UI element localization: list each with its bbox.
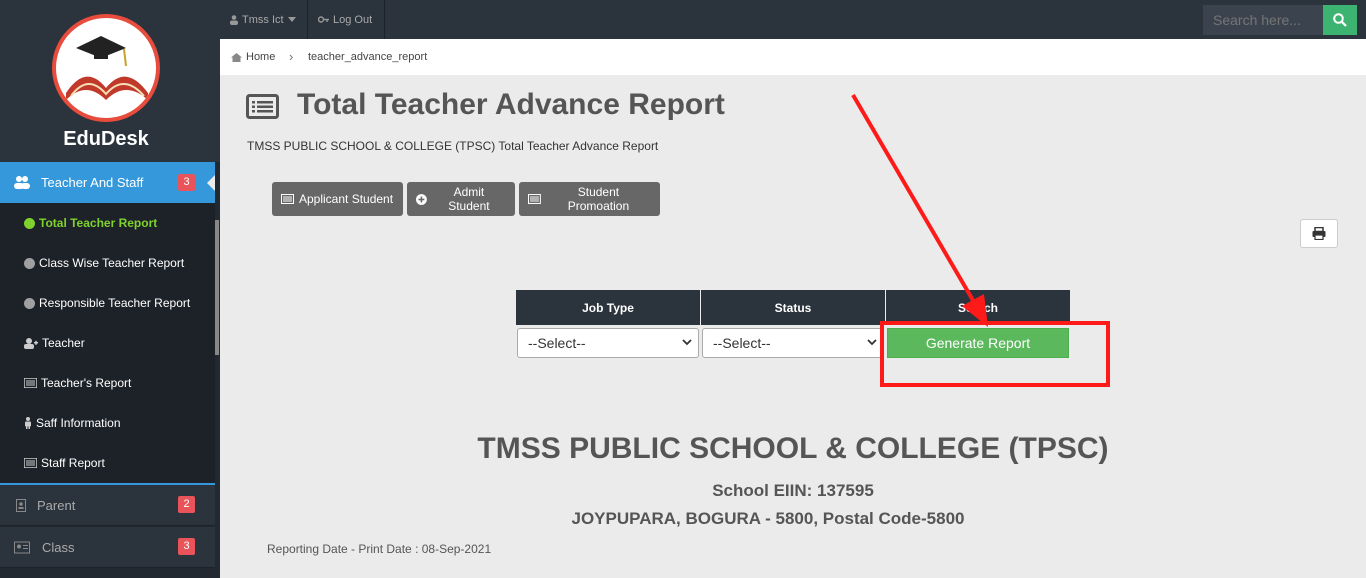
header-status: Status xyxy=(701,290,885,325)
page-title: Total Teacher Advance Report xyxy=(297,88,725,121)
list-icon xyxy=(281,194,294,204)
submenu-item-teacher[interactable]: Teacher xyxy=(24,333,85,353)
dot-icon xyxy=(24,297,35,309)
submenu-item-class-wise-teacher-report[interactable]: Class Wise Teacher Report xyxy=(24,253,184,273)
list-icon xyxy=(24,378,37,388)
select-value: --Select-- xyxy=(528,335,586,351)
select-value: --Select-- xyxy=(713,335,771,351)
submenu-label: Teacher xyxy=(42,336,85,350)
user-name: Tmss Ict xyxy=(242,13,284,26)
user-icon xyxy=(230,14,238,25)
count-badge: 3 xyxy=(178,174,195,191)
submenu-label: Saff Information xyxy=(36,416,121,430)
dot-icon xyxy=(24,257,35,269)
male-icon xyxy=(25,417,31,429)
topbar: Tmss Ict Log Out xyxy=(220,0,1366,39)
school-address: JOYPUPARA, BOGURA - 5800, Postal Code-58… xyxy=(571,509,965,528)
submenu-label: Total Teacher Report xyxy=(39,216,158,230)
sidebar: EduDesk Teacher And Staff 3 Total Teache… xyxy=(0,0,220,578)
chevron-right-icon: › xyxy=(289,49,294,64)
button-label: Admit Student xyxy=(448,185,490,213)
id-badge-icon xyxy=(16,499,26,512)
logo-area: EduDesk xyxy=(0,0,220,162)
breadcrumb-home-label: Home xyxy=(246,51,276,63)
sidebar-item-label: Class xyxy=(42,540,75,555)
print-button[interactable] xyxy=(1300,219,1338,248)
search-input[interactable] xyxy=(1203,5,1323,35)
submenu-item-saff-information[interactable]: Saff Information xyxy=(24,413,121,433)
highlight-box xyxy=(880,321,1110,387)
school-eiin: School EIIN: 137595 xyxy=(712,481,874,500)
count-badge: 3 xyxy=(178,538,195,555)
submenu: Total Teacher Report Class Wise Teacher … xyxy=(0,203,215,483)
list-icon xyxy=(24,458,37,468)
submenu-label: Staff Report xyxy=(41,456,105,470)
active-caret-icon xyxy=(207,175,215,191)
sidebar-item-label: Parent xyxy=(37,498,76,513)
school-name: TMSS PUBLIC SCHOOL & COLLEGE (TPSC) xyxy=(477,432,1109,465)
header-search: Search xyxy=(886,290,1070,325)
sidebar-item-class[interactable]: Class 3 xyxy=(0,527,215,568)
search-button[interactable] xyxy=(1323,5,1357,35)
key-icon xyxy=(318,16,329,23)
print-icon xyxy=(1312,227,1326,240)
list-alt-icon xyxy=(246,94,279,119)
app-name: EduDesk xyxy=(63,128,149,150)
submenu-item-total-teacher-report[interactable]: Total Teacher Report xyxy=(24,213,157,233)
caret-down-icon xyxy=(287,17,296,22)
job-type-select[interactable]: --Select-- xyxy=(517,328,699,358)
sidebar-item-parent[interactable]: Parent 2 xyxy=(0,485,215,526)
id-card-icon xyxy=(14,541,30,554)
dot-icon xyxy=(24,217,35,229)
submenu-label: Responsible Teacher Report xyxy=(39,296,191,310)
submenu-item-teachers-report[interactable]: Teacher's Report xyxy=(24,373,131,393)
logout-button[interactable]: Log Out xyxy=(308,0,385,39)
user-menu-button[interactable]: Tmss Ict xyxy=(220,0,308,39)
admit-student-button[interactable]: Admit Student xyxy=(407,182,515,216)
user-plus-icon xyxy=(24,337,38,349)
breadcrumb-current: teacher_advance_report xyxy=(308,51,428,63)
applicant-student-button[interactable]: Applicant Student xyxy=(272,182,403,216)
sidebar-item-teacher-and-staff[interactable]: Teacher And Staff 3 xyxy=(0,162,215,203)
button-label: Student Promoation xyxy=(567,185,630,213)
page-subtitle: TMSS PUBLIC SCHOOL & COLLEGE (TPSC) Tota… xyxy=(247,139,659,153)
home-icon xyxy=(231,52,242,62)
list-icon xyxy=(528,194,541,204)
chevron-down-icon xyxy=(867,339,877,346)
status-select[interactable]: --Select-- xyxy=(702,328,884,358)
submenu-label: Class Wise Teacher Report xyxy=(39,256,185,270)
school-logo[interactable] xyxy=(52,14,160,122)
logout-label: Log Out xyxy=(333,13,373,26)
count-badge: 2 xyxy=(178,496,195,513)
breadcrumb: Home › teacher_advance_report xyxy=(220,39,1366,75)
student-promoation-button[interactable]: Student Promoation xyxy=(519,182,660,216)
reporting-date: Reporting Date - Print Date : 08-Sep-202… xyxy=(267,542,492,556)
plus-circle-icon xyxy=(416,193,427,205)
button-label: Applicant Student xyxy=(299,192,394,206)
submenu-item-responsible-teacher-report[interactable]: Responsible Teacher Report xyxy=(24,293,190,313)
users-icon xyxy=(14,176,30,189)
search-icon xyxy=(1333,13,1347,27)
chevron-down-icon xyxy=(682,339,692,346)
submenu-label: Teacher's Report xyxy=(41,376,132,390)
sidebar-scrollbar[interactable] xyxy=(215,220,219,355)
submenu-item-staff-report[interactable]: Staff Report xyxy=(24,453,105,473)
breadcrumb-home[interactable]: Home xyxy=(231,51,275,63)
sidebar-item-label: Teacher And Staff xyxy=(41,175,144,190)
header-job-type: Job Type xyxy=(516,290,700,325)
